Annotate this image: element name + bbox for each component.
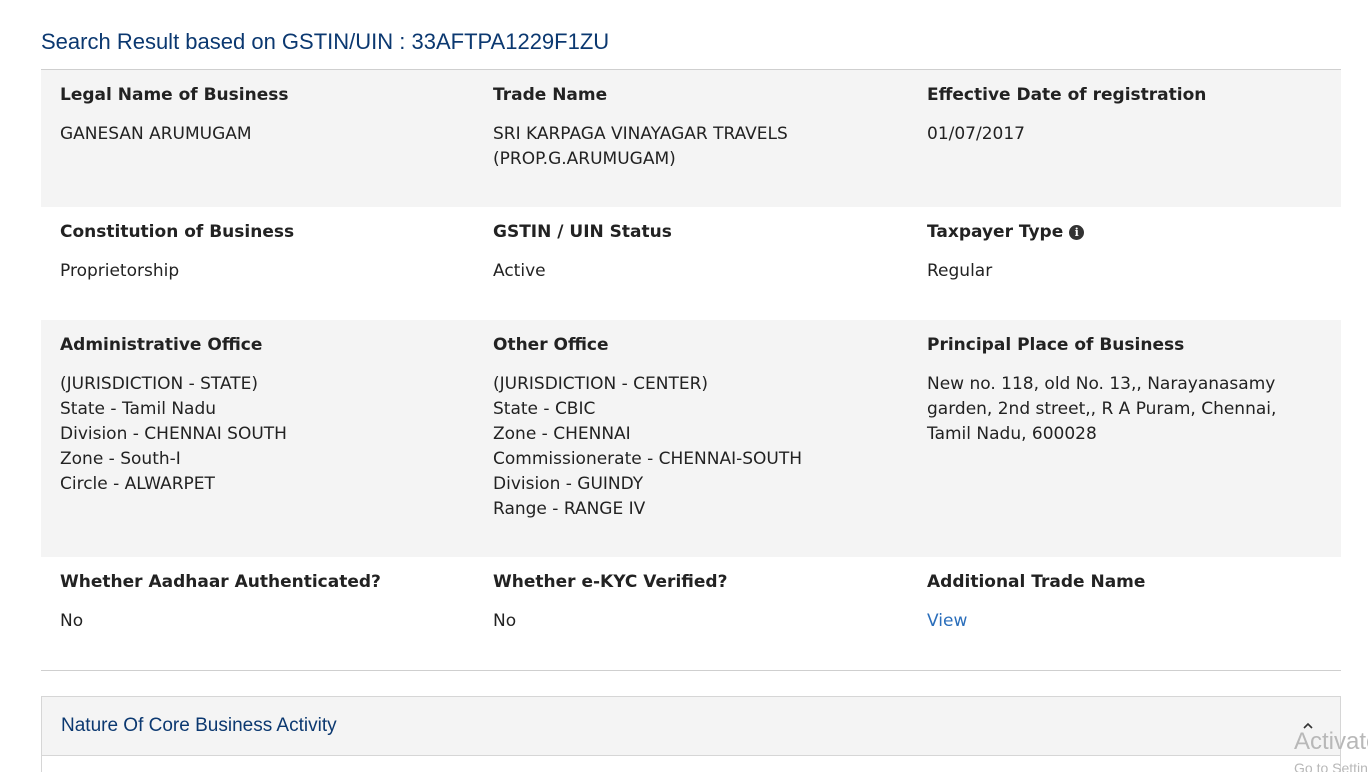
- status-cell: GSTIN / UIN Status Active: [474, 207, 908, 320]
- other-office-line: Range - RANGE IV: [493, 499, 646, 519]
- constitution-value: Proprietorship: [60, 261, 180, 281]
- taxpayer-type-value: Regular: [927, 261, 993, 281]
- other-office-line: Zone - CHENNAI: [493, 424, 631, 444]
- activation-watermark-sub: Go to Settings to activate Windows.: [1294, 760, 1368, 772]
- administrative-office-value: (JURISDICTION - STATE) State - Tamil Nad…: [60, 372, 474, 497]
- additional-trade-name-cell: Additional Trade Name View: [908, 557, 1341, 670]
- additional-trade-name-label: Additional Trade Name: [927, 572, 1146, 592]
- ekyc-cell: Whether e-KYC Verified? No: [474, 557, 908, 670]
- activation-watermark: Activate Windows: [1294, 728, 1368, 755]
- other-office-line: Commissionerate - CHENNAI-SOUTH: [493, 449, 803, 469]
- constitution-label: Constitution of Business: [60, 222, 295, 242]
- effective-date-cell: Effective Date of registration 01/07/201…: [908, 70, 1341, 207]
- accordion-title: Nature Of Core Business Activity: [61, 715, 337, 736]
- taxpayer-details-table: Legal Name of Business GANESAN ARUMUGAM …: [41, 69, 1341, 671]
- administrative-office-cell: Administrative Office (JURISDICTION - ST…: [41, 320, 474, 557]
- legal-name-value: GANESAN ARUMUGAM: [60, 124, 252, 144]
- administrative-office-line: (JURISDICTION - STATE): [60, 374, 259, 394]
- other-office-line: (JURISDICTION - CENTER): [493, 374, 709, 394]
- taxpayer-type-cell: Taxpayer Type i Regular: [908, 207, 1341, 320]
- administrative-office-line: Zone - South-I: [60, 449, 181, 469]
- administrative-office-line: Division - CHENNAI SOUTH: [60, 424, 287, 444]
- aadhaar-cell: Whether Aadhaar Authenticated? No: [41, 557, 474, 670]
- ekyc-value: No: [493, 611, 517, 631]
- trade-name-label: Trade Name: [493, 85, 608, 105]
- administrative-office-line: Circle - ALWARPET: [60, 474, 215, 494]
- other-office-label: Other Office: [493, 335, 609, 355]
- details-row: Legal Name of Business GANESAN ARUMUGAM …: [41, 70, 1341, 207]
- info-circle-icon[interactable]: i: [1069, 224, 1085, 240]
- effective-date-value: 01/07/2017: [927, 124, 1025, 144]
- details-row: Whether Aadhaar Authenticated? No Whethe…: [41, 557, 1341, 670]
- other-office-cell: Other Office (JURISDICTION - CENTER) Sta…: [474, 320, 908, 557]
- other-office-line: Division - GUINDY: [493, 474, 644, 494]
- trade-name-value: SRI KARPAGA VINAYAGAR TRAVELS (PROP.G.AR…: [493, 124, 788, 169]
- principal-place-label: Principal Place of Business: [927, 335, 1185, 355]
- details-row: Constitution of Business Proprietorship …: [41, 207, 1341, 320]
- accordion-header[interactable]: Nature Of Core Business Activity: [42, 697, 1340, 756]
- search-result-page: Search Result based on GSTIN/UIN : 33AFT…: [0, 0, 1368, 772]
- other-office-value: (JURISDICTION - CENTER) State - CBIC Zon…: [493, 372, 908, 522]
- other-office-line: State - CBIC: [493, 399, 596, 419]
- core-business-activity-accordion: Nature Of Core Business Activity: [41, 696, 1341, 772]
- constitution-cell: Constitution of Business Proprietorship: [41, 207, 474, 320]
- administrative-office-label: Administrative Office: [60, 335, 263, 355]
- ekyc-label: Whether e-KYC Verified?: [493, 572, 728, 592]
- view-additional-trade-name-link[interactable]: View: [927, 611, 967, 631]
- additional-trade-name-value: View: [927, 609, 1341, 634]
- principal-place-value: New no. 118, old No. 13,, Narayanasamy g…: [927, 374, 1277, 444]
- details-row: Administrative Office (JURISDICTION - ST…: [41, 320, 1341, 557]
- aadhaar-value: No: [60, 611, 84, 631]
- taxpayer-type-label-row: Taxpayer Type i: [927, 221, 1341, 243]
- legal-name-label: Legal Name of Business: [60, 85, 289, 105]
- administrative-office-line: State - Tamil Nadu: [60, 399, 217, 419]
- accordion-body: [42, 756, 1340, 772]
- taxpayer-type-label: Taxpayer Type: [927, 222, 1064, 242]
- status-label: GSTIN / UIN Status: [493, 222, 672, 242]
- trade-name-cell: Trade Name SRI KARPAGA VINAYAGAR TRAVELS…: [474, 70, 908, 207]
- page-title: Search Result based on GSTIN/UIN : 33AFT…: [41, 29, 610, 54]
- legal-name-cell: Legal Name of Business GANESAN ARUMUGAM: [41, 70, 474, 207]
- principal-place-cell: Principal Place of Business New no. 118,…: [908, 320, 1341, 557]
- effective-date-label: Effective Date of registration: [927, 85, 1207, 105]
- aadhaar-label: Whether Aadhaar Authenticated?: [60, 572, 381, 592]
- status-value: Active: [493, 261, 546, 281]
